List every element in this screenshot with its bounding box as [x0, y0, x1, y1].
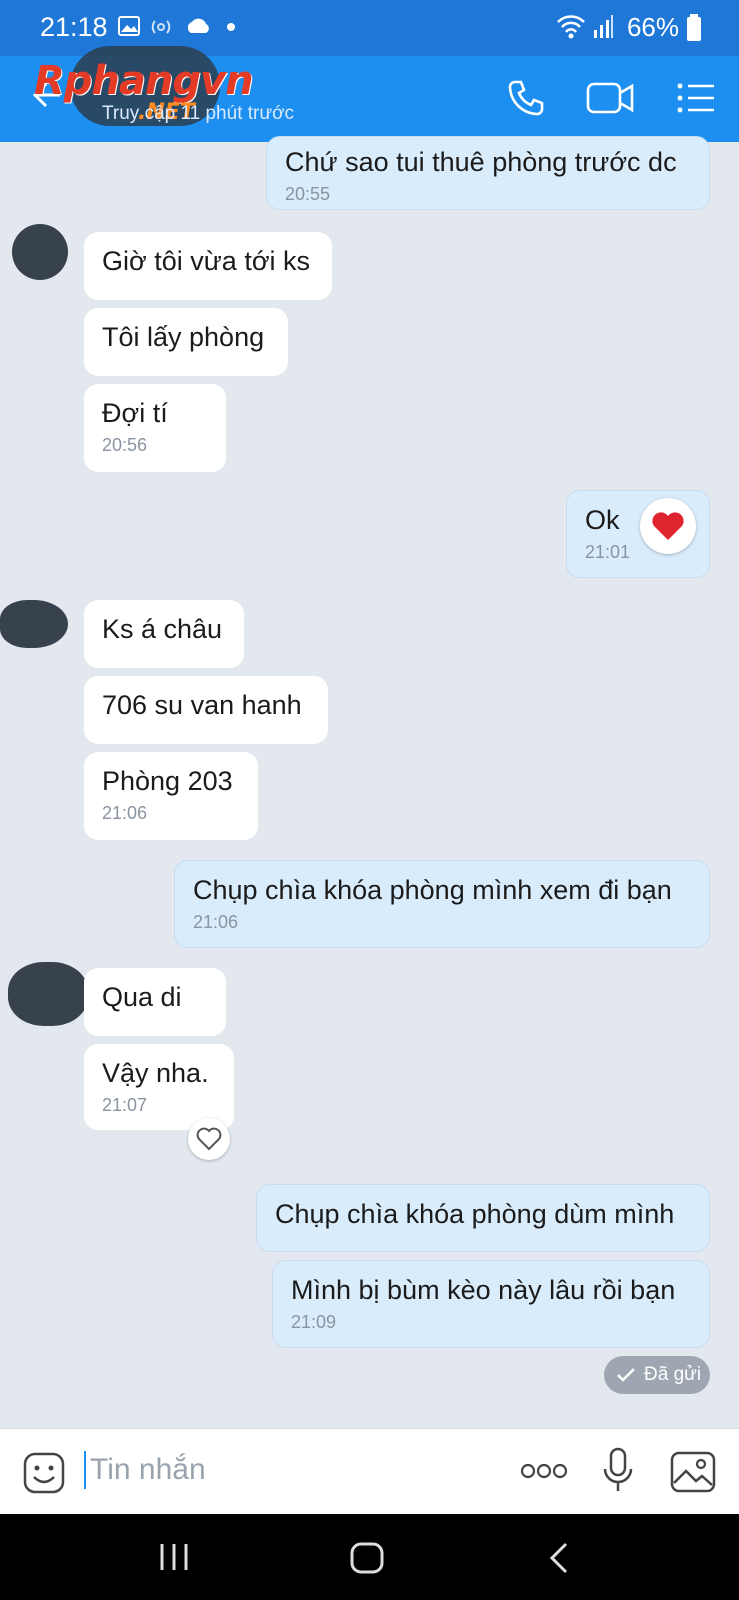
phone-call-icon[interactable]	[506, 78, 546, 118]
microphone-icon[interactable]	[602, 1447, 634, 1495]
menu-list-icon[interactable]	[676, 78, 716, 118]
message-bubble-incoming[interactable]: Giờ tôi vừa tới ks	[84, 232, 332, 300]
dot-icon	[227, 23, 235, 31]
cloud-icon	[187, 18, 209, 33]
message-text: Đợi tí	[102, 398, 168, 428]
heart-icon	[652, 512, 684, 540]
avatar[interactable]	[8, 962, 88, 1026]
message-text: Phòng 203	[102, 766, 233, 796]
avatar[interactable]	[12, 224, 68, 280]
message-bubble-incoming[interactable]: Ks á châu	[84, 600, 244, 668]
chat-header: Rphangvn .NET Truy cập 11 phút trước	[0, 46, 739, 142]
last-seen-status: Truy cập 11 phút trước	[102, 103, 295, 124]
message-bubble-incoming[interactable]: Qua di	[84, 968, 226, 1036]
message-text: Mình bị bùm kèo này lâu rồi bạn	[291, 1275, 676, 1305]
message-text: Ks á châu	[102, 614, 223, 644]
message-text: Chứ sao tui thuê phòng trước dc	[285, 147, 677, 177]
sticker-emoji-icon[interactable]	[22, 1451, 66, 1495]
recent-apps-icon[interactable]	[158, 1542, 190, 1572]
image-gallery-icon[interactable]	[670, 1451, 716, 1493]
heart-outline-icon	[196, 1127, 222, 1151]
message-text: Chụp chìa khóa phòng dùm mình	[275, 1199, 675, 1229]
message-composer: Tin nhắn	[0, 1428, 739, 1515]
battery-icon	[687, 14, 701, 41]
watermark-logo: Rphangvn	[34, 58, 254, 104]
message-text: Vậy nha.	[102, 1058, 209, 1088]
message-bubble-incoming[interactable]: Phòng 203 21:06	[84, 752, 258, 840]
sent-status-label: Đã gửi	[644, 1364, 702, 1385]
message-time: 21:06	[193, 912, 239, 932]
status-time: 21:18	[40, 12, 108, 42]
message-time: 21:09	[291, 1312, 337, 1332]
hotspot-icon	[151, 20, 171, 34]
message-bubble-incoming[interactable]: Tôi lấy phòng	[84, 308, 288, 376]
message-bubble-outgoing[interactable]: Mình bị bùm kèo này lâu rồi bạn 21:09	[272, 1260, 710, 1348]
home-icon[interactable]	[350, 1542, 384, 1574]
sent-status-badge: Đã gửi	[604, 1356, 710, 1394]
message-text: Chụp chìa khóa phòng mình xem đi bạn	[193, 875, 672, 905]
message-bubble-incoming[interactable]: 706 su van hanh	[84, 676, 328, 744]
reaction-heart[interactable]	[640, 498, 696, 554]
message-text: Qua di	[102, 982, 182, 1012]
message-text: Giờ tôi vừa tới ks	[102, 246, 311, 276]
message-text: Tôi lấy phòng	[102, 322, 265, 352]
message-time: 21:07	[102, 1095, 148, 1115]
reaction-button[interactable]	[188, 1118, 230, 1160]
check-icon	[617, 1368, 635, 1382]
system-nav-bar	[0, 1514, 739, 1600]
wifi-icon	[557, 15, 585, 39]
message-time: 20:56	[102, 435, 148, 455]
avatar[interactable]	[0, 600, 68, 648]
back-icon[interactable]	[548, 1542, 570, 1574]
video-call-icon[interactable]	[586, 78, 636, 118]
message-text: 706 su van hanh	[102, 690, 302, 720]
message-bubble-incoming[interactable]: Đợi tí 20:56	[84, 384, 226, 472]
more-options-icon[interactable]	[520, 1463, 568, 1479]
signal-icon	[594, 15, 613, 38]
message-bubble-outgoing[interactable]: Chụp chìa khóa phòng dùm mình	[256, 1184, 710, 1252]
image-icon	[118, 16, 140, 36]
battery-percent: 66%	[626, 12, 679, 42]
message-bubble-outgoing[interactable]: Chứ sao tui thuê phòng trước dc 20:55	[266, 136, 710, 210]
message-input[interactable]: Tin nhắn	[84, 1451, 206, 1489]
message-time: 20:55	[285, 184, 331, 204]
message-bubble-outgoing[interactable]: Chụp chìa khóa phòng mình xem đi bạn 21:…	[174, 860, 710, 948]
message-time: 21:06	[102, 803, 148, 823]
